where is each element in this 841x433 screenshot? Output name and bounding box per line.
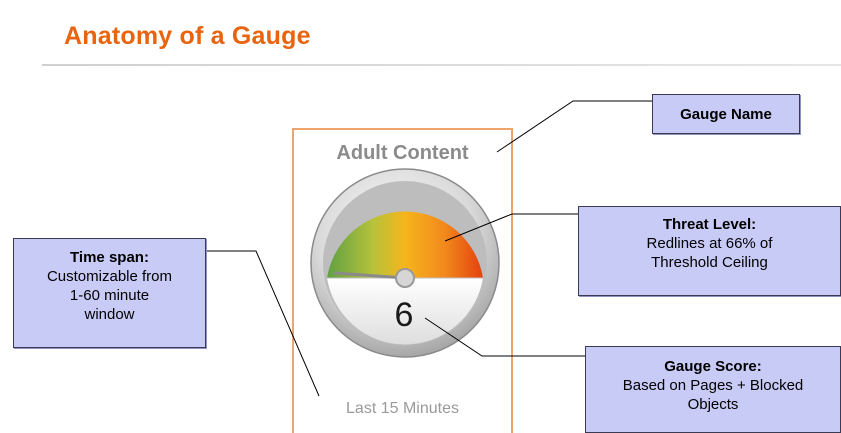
callout-text: Redlines at 66% of (646, 235, 773, 252)
callout-title: Threat Level: (662, 216, 757, 233)
leader-time-span (206, 250, 320, 397)
callout-text: Objects (687, 396, 739, 413)
leader-threat-level (444, 213, 578, 242)
callout-text: Threshold Ceiling (651, 254, 768, 271)
callout-gauge-score: Gauge Score: Based on Pages + Blocked Ob… (585, 346, 841, 433)
callout-title: Gauge Score: (664, 358, 762, 375)
callout-title: Time span: (70, 249, 149, 266)
leader-gauge-score (424, 317, 585, 357)
callout-text: window (84, 306, 135, 323)
callout-time-span: Time span: Customizable from 1-60 minute… (13, 238, 206, 348)
callout-text: 1-60 minute (69, 287, 150, 304)
callout-title: Gauge Name (680, 106, 772, 123)
callout-text: Customizable from (46, 268, 173, 285)
callout-threat-level: Threat Level: Redlines at 66% of Thresho… (578, 206, 841, 296)
callout-gauge-name: Gauge Name (652, 94, 800, 134)
leader-gauge-name (496, 100, 652, 153)
callout-text: Based on Pages + Blocked (622, 377, 804, 394)
